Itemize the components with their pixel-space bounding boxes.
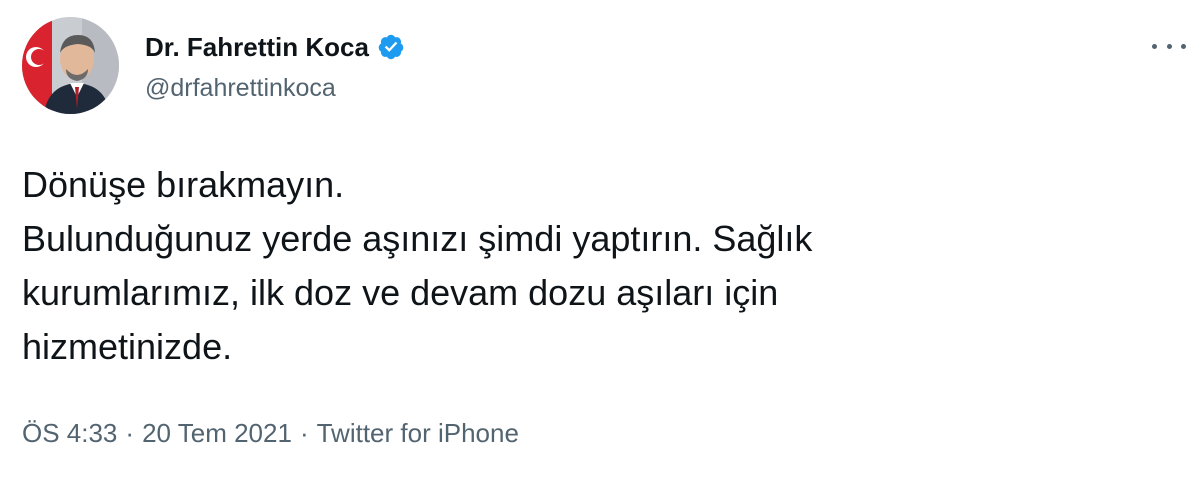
more-icon xyxy=(1152,43,1157,49)
tweet-text-line: Bulunduğunuz yerde aşınızı şimdi yaptırı… xyxy=(22,218,813,259)
more-icon xyxy=(1166,43,1172,49)
verified-badge-icon xyxy=(377,33,405,61)
author-display-name[interactable]: Dr. Fahrettin Koca xyxy=(145,32,369,63)
tweet-date[interactable]: 20 Tem 2021 xyxy=(142,418,292,449)
tweet-text-line: kurumlarımız, ilk doz ve devam dozu aşıl… xyxy=(22,272,779,313)
tweet-text: Dönüşe bırakmayın. Bulunduğunuz yerde aş… xyxy=(22,158,1172,374)
author-name-row: Dr. Fahrettin Koca xyxy=(145,30,405,64)
profile-photo-icon xyxy=(22,17,119,114)
author-handle[interactable]: @drfahrettinkoca xyxy=(145,74,336,103)
meta-separator: · xyxy=(299,418,309,448)
tweet-text-line: hizmetinizde. xyxy=(22,326,233,367)
avatar[interactable] xyxy=(22,17,119,114)
meta-separator: · xyxy=(125,418,135,448)
tweet-text-line: Dönüşe bırakmayın. xyxy=(22,164,345,205)
more-icon xyxy=(1181,43,1186,49)
tweet-time[interactable]: ÖS 4:33 xyxy=(22,418,117,449)
tweet-meta: ÖS 4:33 · 20 Tem 2021 · Twitter for iPho… xyxy=(22,418,519,449)
tweet-card: Dr. Fahrettin Koca @drfahrettinkoca Dönü… xyxy=(0,0,1200,481)
more-options-button[interactable] xyxy=(1152,36,1186,56)
tweet-source[interactable]: Twitter for iPhone xyxy=(317,418,519,449)
